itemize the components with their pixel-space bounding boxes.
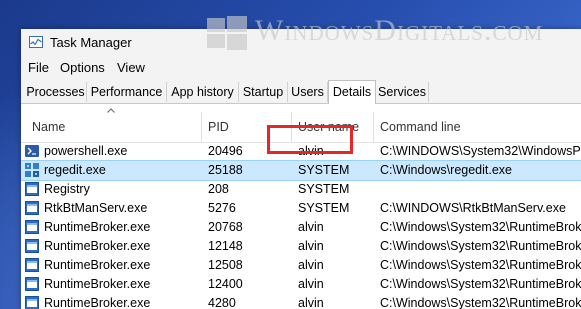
column-divider[interactable] [373, 112, 374, 142]
process-user: SYSTEM [298, 182, 350, 196]
table-row[interactable]: RuntimeBroker.exe 12508 alvin C:\Windows\Sy… [21, 256, 581, 275]
process-command-line: C:\WINDOWS\System32\WindowsPow [380, 144, 581, 158]
tab-startup[interactable]: Startup [239, 82, 288, 102]
column-divider[interactable] [201, 112, 202, 142]
menu-view[interactable]: View [117, 60, 145, 75]
process-pid: 12508 [208, 258, 243, 272]
process-pid: 12148 [208, 239, 243, 253]
table-row[interactable]: Registry 208 SYSTEM [21, 180, 581, 199]
process-user: alvin [298, 220, 324, 234]
tab-processes[interactable]: Processes [25, 82, 87, 102]
process-user: alvin [298, 258, 324, 272]
powershell-icon [25, 144, 39, 158]
system-process-icon [25, 258, 39, 272]
task-manager-app-icon [29, 36, 43, 48]
process-command-line: C:\Windows\System32\RuntimeBroker [380, 239, 581, 253]
tab-services[interactable]: Services [376, 82, 429, 102]
task-manager-window: Task Manager File Options View Processes… [21, 29, 581, 309]
process-name: RuntimeBroker.exe [44, 296, 151, 309]
system-process-icon [25, 220, 39, 234]
column-header-name[interactable]: Name [32, 120, 65, 134]
watermark-text: WindowsDigitals.com [255, 14, 544, 47]
process-name: RuntimeBroker.exe [44, 277, 151, 291]
process-pid: 12400 [208, 277, 243, 291]
process-pid: 20768 [208, 220, 243, 234]
process-name: Registry [44, 182, 90, 196]
process-command-line: C:\Windows\System32\RuntimeBroker [380, 220, 581, 234]
tab-details[interactable]: Details [328, 80, 376, 104]
table-row[interactable]: RuntimeBroker.exe 12400 alvin C:\Windows\Sy… [21, 275, 581, 294]
table-row[interactable]: RuntimeBroker.exe 20768 alvin C:\Windows\Sy… [21, 218, 581, 237]
system-process-icon [25, 182, 39, 196]
system-process-icon [25, 296, 39, 309]
process-pid: 25188 [208, 163, 243, 177]
highlight-annotation-box [267, 125, 353, 154]
table-row[interactable]: RuntimeBroker.exe 4280 alvin C:\Windows\Sys… [21, 294, 581, 309]
process-name: powershell.exe [44, 144, 128, 158]
process-name: RuntimeBroker.exe [44, 239, 151, 253]
process-pid: 5276 [208, 201, 236, 215]
process-command-line: C:\WINDOWS\RtkBtManServ.exe [380, 201, 566, 215]
tab-strip: Processes Performance App history Startu… [21, 80, 581, 104]
tab-app-history[interactable]: App history [167, 82, 239, 102]
process-user: alvin [298, 296, 324, 309]
process-pid: 4280 [208, 296, 236, 309]
column-header-command-line[interactable]: Command line [380, 120, 461, 134]
process-name: RuntimeBroker.exe [44, 220, 151, 234]
system-process-icon [25, 239, 39, 253]
menu-options[interactable]: Options [60, 60, 105, 75]
process-user: SYSTEM [298, 163, 350, 177]
tab-performance[interactable]: Performance [87, 82, 167, 102]
regedit-icon [25, 163, 39, 177]
system-process-icon [25, 201, 39, 215]
column-header-pid[interactable]: PID [208, 120, 229, 134]
menu-bar: File Options View [21, 56, 581, 80]
process-user: alvin [298, 239, 324, 253]
process-name: regedit.exe [44, 163, 106, 177]
process-name: RuntimeBroker.exe [44, 258, 151, 272]
system-process-icon [25, 277, 39, 291]
process-command-line: C:\Windows\System32\RuntimeBroker [380, 296, 581, 309]
process-command-line: C:\Windows\System32\RuntimeBroker [380, 277, 581, 291]
menu-file[interactable]: File [28, 60, 49, 75]
process-pid: 208 [208, 182, 229, 196]
process-user: SYSTEM [298, 201, 350, 215]
process-command-line: C:\Windows\System32\RuntimeBroker [380, 258, 581, 272]
table-row[interactable]: RtkBtManServ.exe 5276 SYSTEM C:\WINDOWS\Rtk… [21, 199, 581, 218]
table-row[interactable]: regedit.exe 25188 SYSTEM C:\Windows\regedit… [21, 160, 581, 181]
process-user: alvin [298, 277, 324, 291]
process-name: RtkBtManServ.exe [44, 201, 148, 215]
window-title: Task Manager [50, 35, 132, 50]
process-command-line: C:\Windows\regedit.exe [380, 163, 513, 177]
tab-users[interactable]: Users [288, 82, 328, 102]
sort-ascending-icon[interactable] [107, 108, 115, 113]
table-row[interactable]: RuntimeBroker.exe 12148 alvin C:\Windows\Sy… [21, 237, 581, 256]
process-pid: 20496 [208, 144, 243, 158]
